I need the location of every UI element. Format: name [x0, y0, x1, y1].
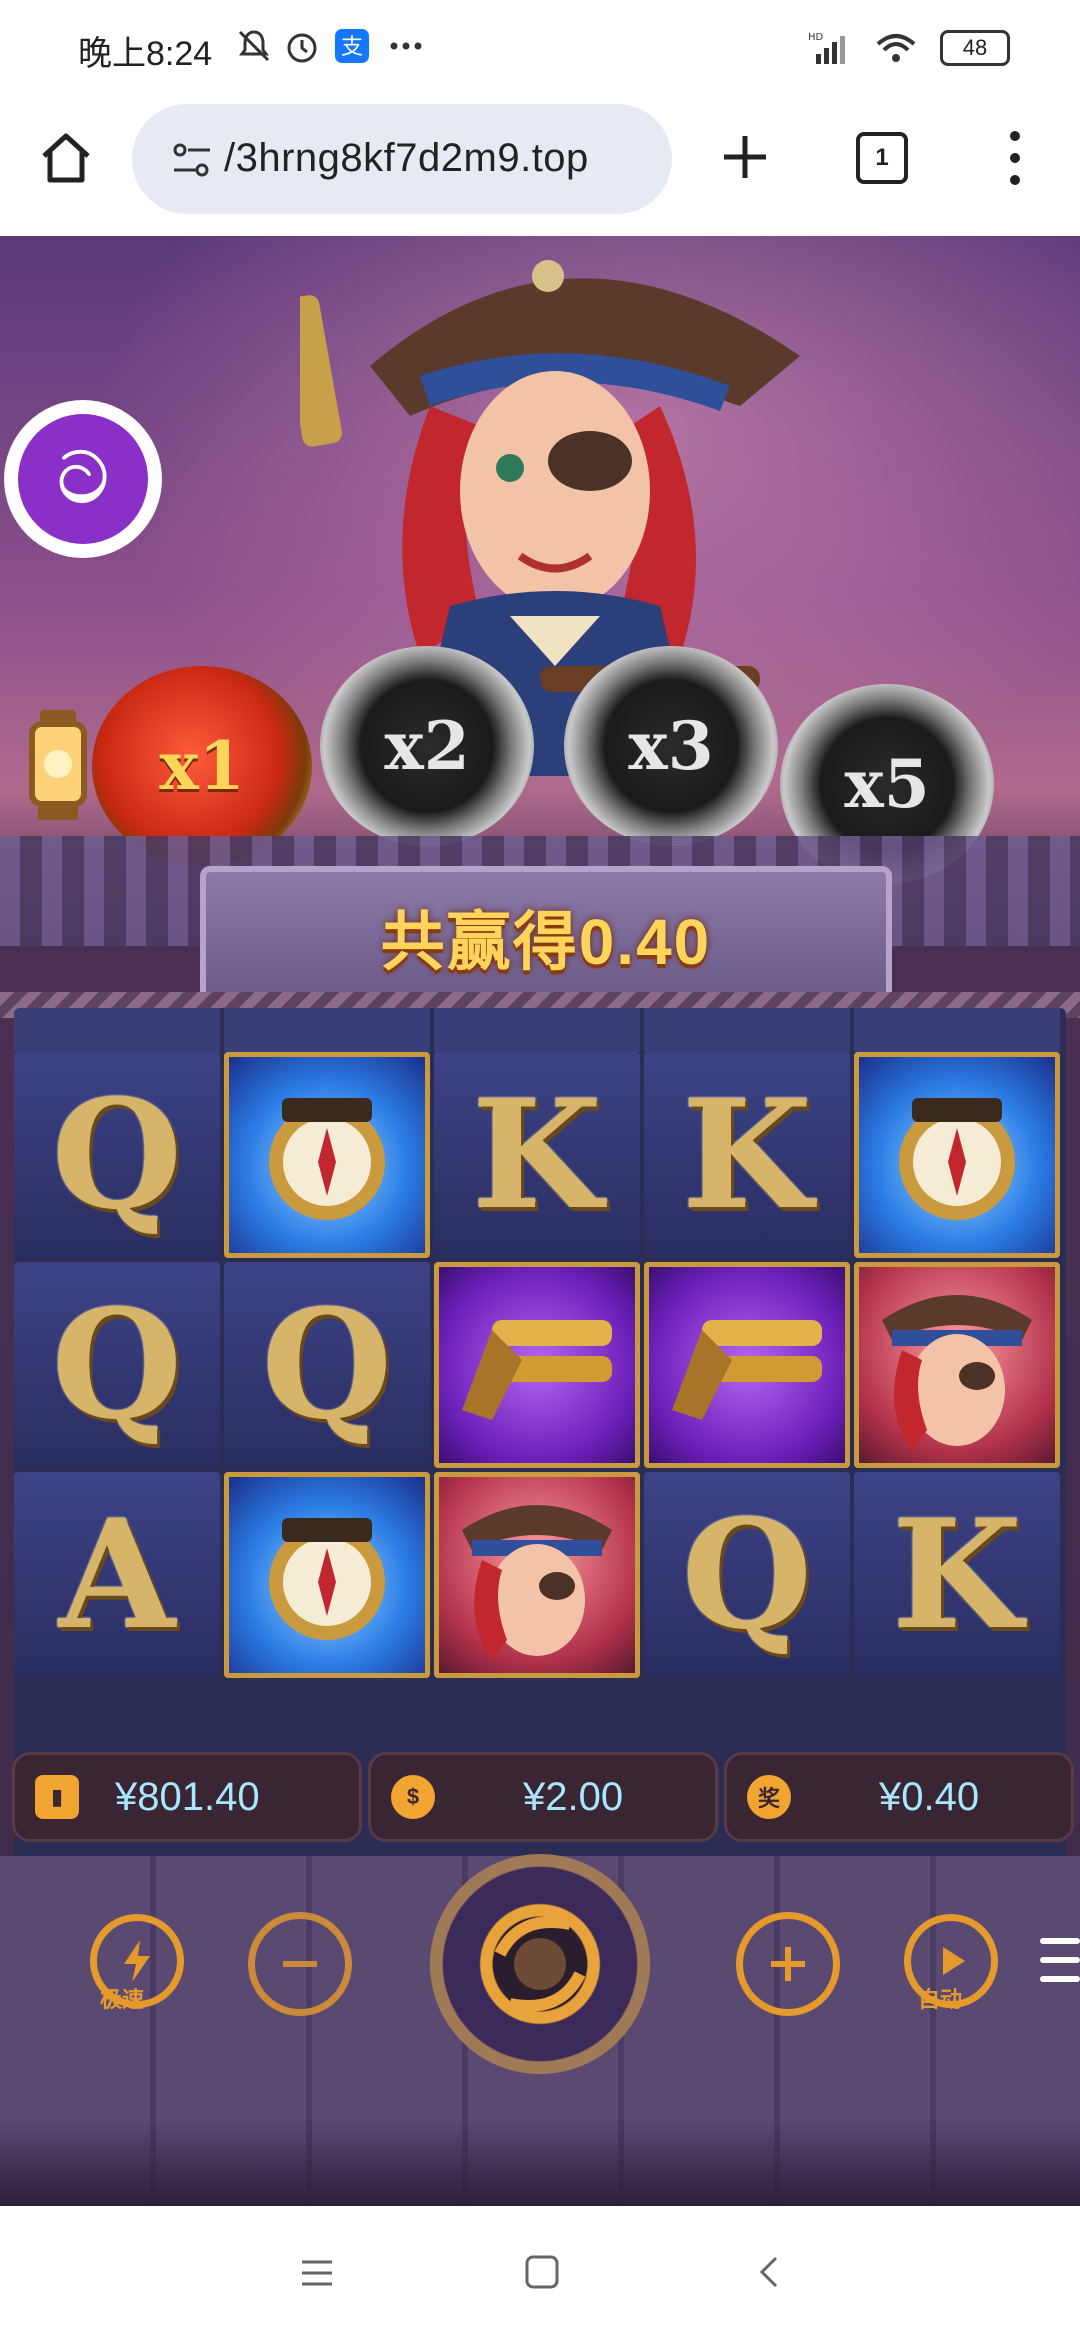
- win-box: 奖 ¥0.40: [724, 1752, 1074, 1842]
- win-value: ¥0.40: [879, 1774, 980, 1819]
- reel-peek: [14, 1008, 220, 1052]
- menu-line: [1040, 1957, 1080, 1963]
- symbol-letter: Q: [51, 1277, 183, 1453]
- more-dots-icon: [390, 42, 422, 50]
- mute-bell-icon: [238, 30, 270, 62]
- symbol-k: K: [644, 1052, 850, 1258]
- balance-value: ¥801.40: [115, 1774, 260, 1819]
- multiplier-x2: x2: [320, 646, 534, 846]
- symbol-k: K: [434, 1052, 640, 1258]
- increase-bet-button[interactable]: [736, 1912, 840, 2016]
- status-right: HD 48: [808, 30, 1010, 66]
- symbol-letter: K: [471, 1067, 603, 1243]
- symbol-letter: K: [681, 1067, 813, 1243]
- deck-rope: [0, 2118, 1080, 2208]
- compass-icon: [899, 1098, 1015, 1220]
- recents-icon[interactable]: [300, 2256, 334, 2290]
- game-info-bar: ▮ ¥801.40 $ ¥2.00 奖 ¥0.40: [0, 1742, 1080, 1842]
- pistol-icon: [462, 1320, 612, 1420]
- symbol-k: K: [854, 1472, 1060, 1678]
- spin-arrows-icon: [494, 1916, 586, 2012]
- svg-text:支: 支: [341, 35, 363, 60]
- menu-icon[interactable]: [1000, 126, 1030, 190]
- lantern-icon: [29, 710, 87, 820]
- bet-box: $ ¥2.00: [368, 1752, 718, 1842]
- plus-icon: [771, 1947, 805, 1981]
- turbo-label: 极速: [100, 1987, 145, 2012]
- reel-peek: [434, 1008, 640, 1052]
- lightning-icon: [124, 1940, 150, 1982]
- pirate-face-icon: [462, 1505, 612, 1660]
- minus-icon: [283, 1961, 317, 1967]
- symbol-compass: [224, 1472, 430, 1678]
- home-icon[interactable]: [36, 128, 96, 188]
- address-bar[interactable]: /3hrng8kf7d2m9.top: [132, 104, 672, 214]
- battery-indicator: 48: [940, 30, 1010, 66]
- wifi-icon: [876, 34, 916, 62]
- symbol-a: A: [14, 1472, 220, 1678]
- brand-logo-mark: ට: [18, 414, 148, 544]
- spin-button[interactable]: [430, 1854, 650, 2074]
- system-nav-bar: [0, 2206, 1080, 2340]
- symbol-pirate: [434, 1472, 640, 1678]
- balance-box: ▮ ¥801.40: [12, 1752, 362, 1842]
- multiplier-x3: x3: [564, 646, 778, 846]
- status-time: 晚上8:24: [78, 35, 213, 73]
- symbol-letter: Q: [51, 1067, 183, 1243]
- total-win-text: 共赢得0.40: [380, 906, 712, 978]
- new-tab-icon[interactable]: [718, 130, 772, 184]
- symbol-q: Q: [644, 1472, 850, 1678]
- reel-peek-row: [14, 1008, 1066, 1052]
- prize-icon: 奖: [747, 1775, 791, 1819]
- browser-toolbar: /3hrng8kf7d2m9.top 1: [0, 96, 1080, 236]
- symbol-letter: Q: [261, 1277, 393, 1453]
- signal-icon: HD: [808, 32, 845, 64]
- reel-peek: [224, 1008, 430, 1052]
- game-menu-icon[interactable]: [1040, 1938, 1080, 1982]
- brand-logo: ට: [4, 400, 162, 558]
- symbol-pirate: [854, 1262, 1060, 1468]
- bet-value: ¥2.00: [523, 1774, 624, 1819]
- symbol-pistol: [644, 1262, 850, 1468]
- status-bar: 晚上8:24 支 HD 48: [0, 0, 1080, 96]
- symbol-letter: A: [58, 1487, 176, 1663]
- menu-line: [1040, 1938, 1080, 1944]
- site-settings-icon[interactable]: [170, 140, 214, 180]
- home-nav-icon[interactable]: [524, 2254, 560, 2290]
- coins-icon: $: [391, 1775, 435, 1819]
- symbol-q: Q: [14, 1052, 220, 1258]
- compass-icon: [269, 1098, 385, 1220]
- decrease-bet-button[interactable]: [248, 1912, 352, 2016]
- play-icon: [943, 1947, 965, 1975]
- tab-switcher-button[interactable]: 1: [856, 132, 908, 184]
- symbol-letter: K: [891, 1487, 1023, 1663]
- reel-peek: [644, 1008, 850, 1052]
- wallet-icon: ▮: [35, 1775, 79, 1819]
- pirate-face-icon: [882, 1295, 1032, 1450]
- network-label: HD: [808, 32, 824, 43]
- menu-line: [1040, 1976, 1080, 1982]
- symbol-q: Q: [14, 1262, 220, 1468]
- alarm-icon: [287, 33, 317, 63]
- win-banner: 共赢得0.40: [200, 866, 892, 1008]
- symbol-compass: [224, 1052, 430, 1258]
- symbol-pistol: [434, 1262, 640, 1468]
- symbol-q: Q: [224, 1262, 430, 1468]
- symbol-compass: [854, 1052, 1060, 1258]
- compass-icon: [269, 1518, 385, 1640]
- symbol-letter: Q: [681, 1487, 813, 1663]
- back-icon[interactable]: [754, 2254, 784, 2290]
- url-text: /3hrng8kf7d2m9.top: [224, 136, 589, 180]
- pistol-icon: [672, 1320, 822, 1420]
- auto-label: 自动: [918, 1987, 963, 2012]
- reel-peek: [854, 1008, 1060, 1052]
- alipay-icon: 支: [335, 29, 369, 63]
